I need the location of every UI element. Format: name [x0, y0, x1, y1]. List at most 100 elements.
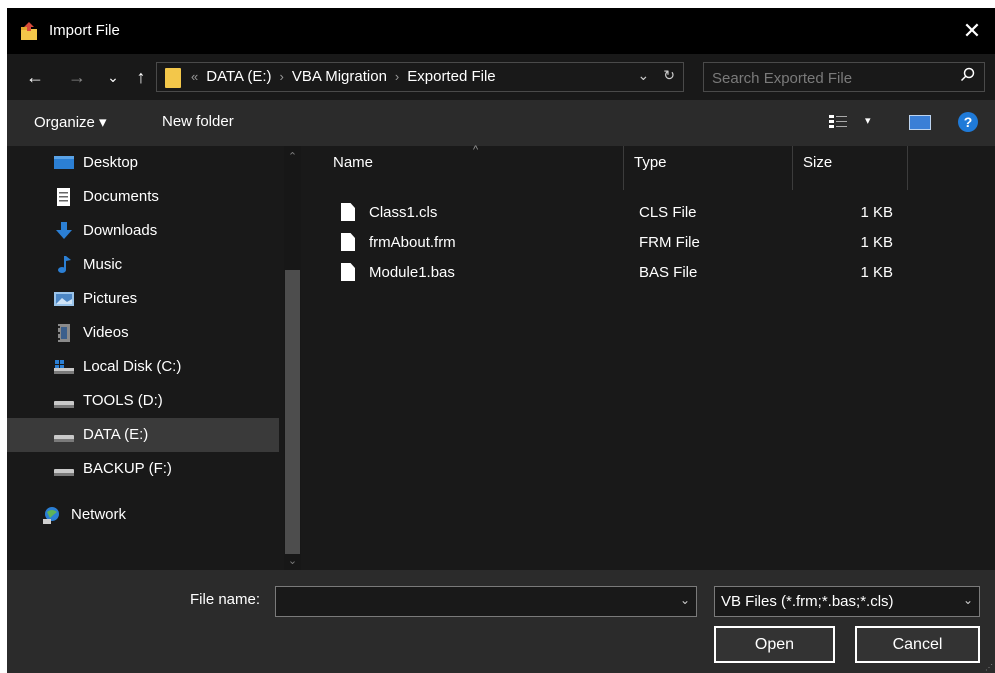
organize-button[interactable]: Organize ▾: [34, 113, 107, 131]
folder-icon: [165, 68, 181, 88]
chevron-down-icon: ⌄: [962, 593, 973, 607]
sidebar-item-desktop[interactable]: Desktop: [7, 146, 279, 180]
sidebar-item-label: TOOLS (D:): [83, 392, 163, 409]
column-divider[interactable]: [907, 146, 908, 190]
chevron-down-icon[interactable]: ⌄: [680, 593, 690, 607]
command-bar: Organize ▾ New folder ▾ ?: [7, 100, 995, 146]
open-button[interactable]: Open: [714, 626, 835, 663]
sidebar-item-pictures[interactable]: Pictures: [7, 282, 279, 316]
sidebar-item-label: Local Disk (C:): [83, 358, 182, 375]
sidebar-item-videos[interactable]: Videos: [7, 316, 279, 350]
close-button[interactable]: ✕: [949, 8, 995, 54]
file-row-frmabout[interactable]: frmAbout.frm FRM File 1 KB: [333, 230, 933, 260]
file-icon: [341, 203, 355, 221]
file-type-filter[interactable]: VB Files (*.frm;*.bas;*.cls) ⌄: [714, 586, 980, 617]
file-size: 1 KB: [860, 204, 893, 221]
column-header-size[interactable]: Size: [793, 146, 907, 190]
file-type: BAS File: [639, 264, 698, 281]
desktop-icon: [54, 156, 74, 169]
view-menu-arrow-icon[interactable]: ▾: [865, 114, 871, 127]
breadcrumb-item[interactable]: VBA Migration: [292, 68, 387, 85]
sidebar-item-music[interactable]: Music: [7, 248, 279, 282]
preview-pane-icon[interactable]: [909, 115, 931, 130]
up-button[interactable]: ↑: [129, 64, 153, 90]
sidebar-item-network[interactable]: Network: [7, 498, 279, 532]
arrow-up-icon: ↑: [136, 66, 146, 87]
sidebar-item-label: Downloads: [83, 222, 158, 239]
downloads-icon: [56, 222, 72, 239]
file-type: FRM File: [639, 234, 700, 251]
search-icon: [960, 67, 975, 82]
column-label: Size: [803, 154, 833, 171]
file-name: Class1.cls: [369, 204, 438, 221]
drive-icon: [54, 401, 74, 408]
sidebar-item-data-e[interactable]: DATA (E:): [7, 418, 279, 452]
column-header-type[interactable]: Type: [624, 146, 792, 190]
scroll-up-icon[interactable]: ⌃: [284, 150, 301, 163]
new-folder-button[interactable]: New folder: [162, 113, 234, 130]
overflow-icon[interactable]: «: [191, 69, 198, 84]
chevron-down-icon[interactable]: ⌄: [638, 67, 650, 84]
scrollbar-thumb[interactable]: [285, 270, 300, 554]
documents-icon: [57, 188, 70, 206]
sidebar-item-downloads[interactable]: Downloads: [7, 214, 279, 248]
arrow-left-icon: ←: [26, 66, 44, 87]
resize-grip-icon[interactable]: ⋰: [985, 663, 993, 672]
sidebar-item-label: BACKUP (F:): [83, 460, 172, 477]
sidebar-item-local-disk-c[interactable]: Local Disk (C:): [7, 350, 279, 384]
network-icon: [43, 507, 59, 524]
sidebar-item-documents[interactable]: Documents: [7, 180, 279, 214]
column-header-name[interactable]: Name ^: [303, 144, 623, 190]
file-name-combobox[interactable]: ⌄: [275, 586, 697, 617]
search-input[interactable]: [710, 66, 954, 90]
scroll-down-icon[interactable]: ⌄: [284, 554, 301, 567]
file-name-field[interactable]: [280, 591, 664, 613]
window-title: Import File: [49, 22, 120, 39]
chevron-right-icon[interactable]: ›: [395, 69, 399, 84]
address-controls: ⌄ ↻: [638, 67, 675, 84]
file-row-class1[interactable]: Class1.cls CLS File 1 KB: [333, 200, 933, 230]
sidebar-item-label: Network: [71, 506, 127, 523]
breadcrumb-item[interactable]: Exported File: [407, 68, 495, 85]
breadcrumb: « DATA (E:) › VBA Migration › Exported F…: [191, 68, 496, 85]
file-size: 1 KB: [860, 264, 893, 281]
cancel-button[interactable]: Cancel: [855, 626, 980, 663]
navigation-bar: ← → ⌄ ↑ « DATA (E:) › VBA Migration › Ex…: [7, 54, 995, 100]
address-bar[interactable]: « DATA (E:) › VBA Migration › Exported F…: [156, 62, 684, 92]
import-file-icon: [21, 22, 37, 40]
sidebar-item-backup-f[interactable]: BACKUP (F:): [7, 452, 279, 486]
file-type-filter-value: VB Files (*.frm;*.bas;*.cls): [721, 593, 894, 610]
close-icon: ✕: [962, 18, 982, 43]
forward-button[interactable]: →: [65, 64, 89, 90]
breadcrumb-item[interactable]: DATA (E:): [206, 68, 271, 85]
drive-icon: [54, 435, 74, 442]
sidebar-scrollbar[interactable]: ⌃ ⌄: [284, 146, 301, 570]
music-icon: [58, 256, 71, 273]
chevron-down-icon: ⌄: [107, 68, 119, 85]
file-type: CLS File: [639, 204, 697, 221]
file-name: Module1.bas: [369, 264, 455, 281]
view-options-icon[interactable]: [829, 114, 847, 130]
file-icon: [341, 263, 355, 281]
sidebar-item-label: DATA (E:): [83, 426, 149, 443]
recent-locations-button[interactable]: ⌄: [101, 64, 125, 90]
sidebar-item-label: Documents: [83, 188, 159, 205]
file-name: frmAbout.frm: [369, 234, 456, 251]
arrow-right-icon: →: [68, 66, 86, 87]
sidebar-item-label: Pictures: [83, 290, 138, 307]
file-row-module1[interactable]: Module1.bas BAS File 1 KB: [333, 260, 933, 290]
sidebar-item-label: Desktop: [83, 154, 139, 171]
chevron-right-icon[interactable]: ›: [280, 69, 284, 84]
sidebar-item-label: Music: [83, 256, 123, 273]
refresh-icon[interactable]: ↻: [663, 67, 675, 84]
import-file-dialog: Import File ✕ ← → ⌄ ↑ « DATA (E:) › VBA …: [7, 8, 995, 673]
file-name-label: File name:: [190, 591, 261, 608]
search-box[interactable]: [703, 62, 985, 92]
drive-icon: [54, 469, 74, 476]
videos-icon: [58, 324, 70, 342]
back-button[interactable]: ←: [23, 64, 47, 90]
sidebar-item-label: Videos: [83, 324, 129, 341]
file-size: 1 KB: [860, 234, 893, 251]
sidebar-item-tools-d[interactable]: TOOLS (D:): [7, 384, 279, 418]
help-icon[interactable]: ?: [958, 112, 978, 132]
